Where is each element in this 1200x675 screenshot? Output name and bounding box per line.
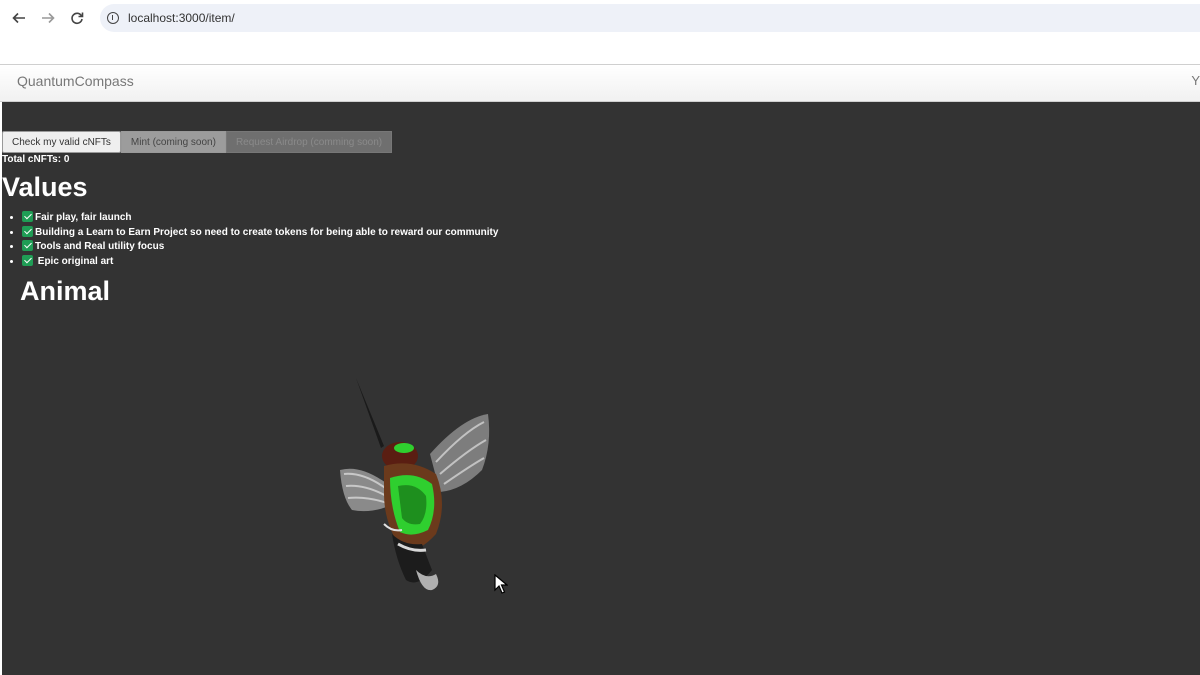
- value-text: Tools and Real utility focus: [35, 241, 165, 252]
- value-text: Building a Learn to Earn Project so need…: [35, 226, 499, 238]
- app-navbar: QuantumCompass Y: [0, 64, 1200, 102]
- address-bar[interactable]: localhost:3000/item/: [100, 4, 1200, 32]
- hummingbird-model[interactable]: [332, 374, 502, 594]
- mouse-cursor-icon: [494, 574, 508, 594]
- back-arrow-icon[interactable]: [9, 8, 29, 28]
- brand-link[interactable]: QuantumCompass: [17, 73, 134, 89]
- checkmark-icon: [22, 240, 33, 251]
- bird-right-wing: [430, 414, 490, 492]
- checkmark-icon: [22, 254, 33, 266]
- forward-arrow-icon[interactable]: [38, 8, 58, 28]
- list-item: Building a Learn to Earn Project so need…: [22, 225, 499, 241]
- checkmark-icon: [22, 225, 33, 237]
- action-buttons: Check my valid cNFTs Mint (coming soon) …: [2, 131, 393, 153]
- value-text: Epic original art: [35, 255, 114, 267]
- total-cnfts-label: Total cNFTs: 0: [2, 154, 70, 165]
- value-text: Fair play, fair launch: [35, 212, 132, 223]
- reload-icon[interactable]: [67, 8, 87, 28]
- mint-button[interactable]: Mint (coming soon): [120, 131, 226, 153]
- browser-toolbar: localhost:3000/item/: [0, 0, 1200, 36]
- request-airdrop-button[interactable]: Request Airdrop (comming soon): [225, 131, 393, 153]
- list-item: Epic original art: [22, 254, 498, 270]
- main-content: Check my valid cNFTs Mint (coming soon) …: [0, 102, 1200, 675]
- values-heading: Values: [2, 172, 88, 202]
- navbar-right-item[interactable]: Y: [1191, 73, 1200, 88]
- check-cnfts-button[interactable]: Check my valid cNFTs: [2, 131, 121, 153]
- url-text: localhost:3000/item/: [128, 11, 235, 25]
- list-item: Fair play, fair launch: [22, 211, 498, 226]
- values-list: Fair play, fair launch Building a Learn …: [2, 211, 498, 269]
- info-icon[interactable]: [107, 12, 119, 24]
- checkmark-icon: [22, 211, 33, 222]
- bird-beak: [356, 378, 384, 448]
- list-item: Tools and Real utility focus: [22, 240, 498, 255]
- animal-heading: Animal: [20, 276, 111, 306]
